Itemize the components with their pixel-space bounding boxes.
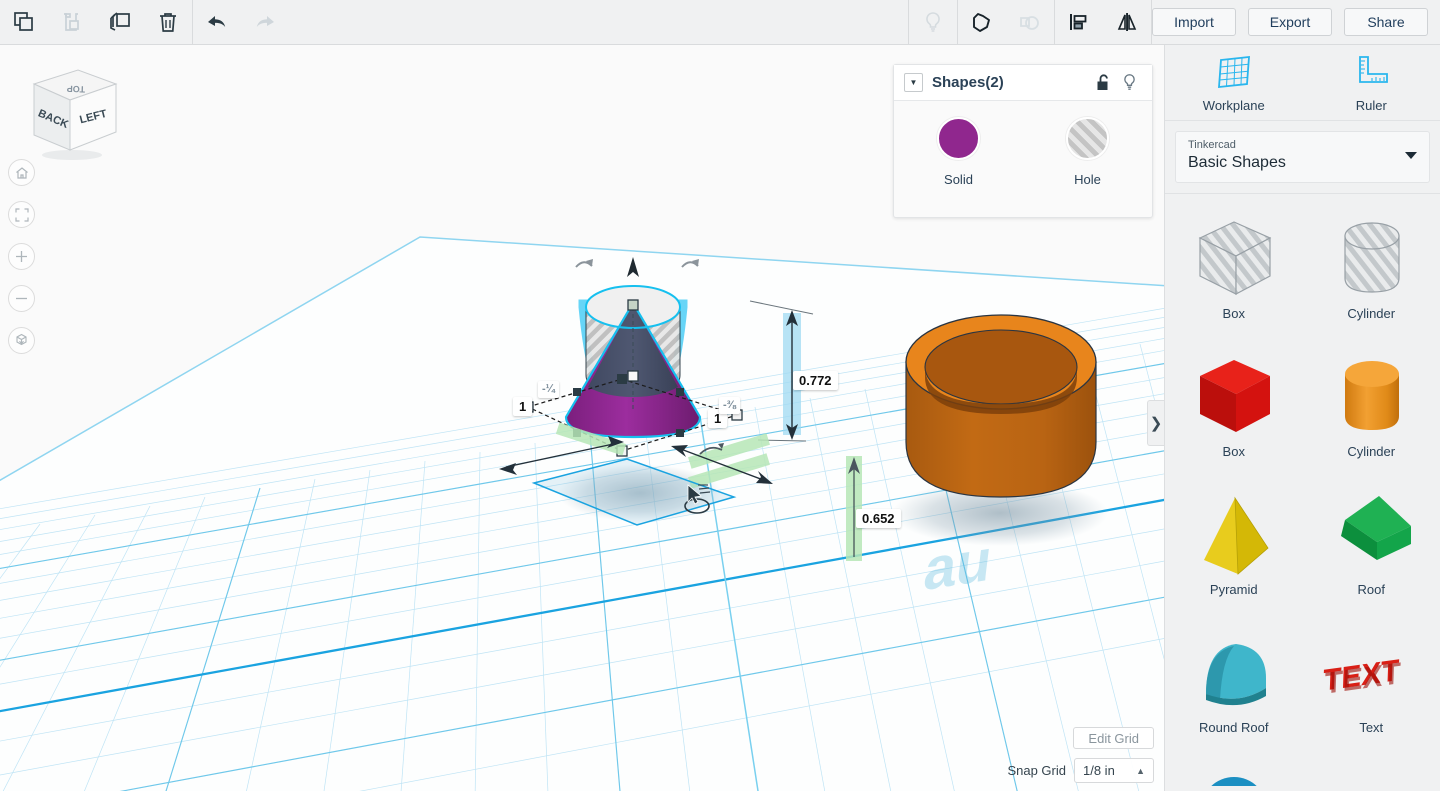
shapes-panel: ▼ Shapes(2) Solid Hole [893, 64, 1153, 218]
sphere-thumbnail [1179, 764, 1289, 786]
import-button[interactable]: Import [1152, 8, 1236, 36]
history-tool-group [193, 0, 289, 45]
tinkercad-app: Import Export Share au 0.772 0.652 1 1 -… [0, 0, 1440, 791]
unlock-icon[interactable] [1090, 70, 1116, 96]
solid-swatch[interactable] [937, 117, 980, 160]
solid-label: Solid [944, 172, 973, 187]
view-cube-face-top: TOP [67, 84, 86, 95]
shape-box-red[interactable]: Box [1165, 342, 1303, 480]
shape-box-red-label: Box [1222, 444, 1245, 459]
shape-library-grid: Box Cylinder Box Cylinder Pyramid Roof R… [1165, 194, 1440, 786]
duplicate-icon[interactable] [96, 0, 144, 45]
snap-grid-label: Snap Grid [1007, 763, 1066, 778]
align-tool-group [1055, 0, 1151, 45]
lightbulb-icon[interactable] [909, 0, 957, 45]
workplane-icon [1217, 55, 1250, 89]
chevron-up-icon: ▲ [1136, 765, 1145, 776]
view-navigation-controls [8, 159, 38, 369]
shape-cylinder-hole[interactable]: Cylinder [1303, 204, 1440, 342]
shape-box-hole-label: Box [1222, 306, 1245, 321]
edit-grid-button[interactable]: Edit Grid [1073, 727, 1154, 749]
shape-sphere-partial[interactable] [1165, 756, 1303, 786]
snap-grid-value: 1/8 in [1083, 763, 1115, 778]
right-sidebar: Workplane Ruler Tinkercad Basic Shapes B… [1164, 45, 1440, 791]
hole-swatch-cell[interactable]: Hole [1023, 117, 1152, 187]
shapes-panel-title: Shapes(2) [932, 74, 1004, 91]
shape-pyramid-label: Pyramid [1209, 582, 1258, 597]
shape-library-supertitle: Tinkercad [1188, 139, 1236, 151]
shape-cylinder-orange[interactable]: Cylinder [1303, 342, 1440, 480]
snap-grid-select[interactable]: 1/8 in ▲ [1074, 758, 1154, 783]
paste-icon[interactable] [48, 0, 96, 45]
lightbulb-icon[interactable] [1116, 70, 1142, 96]
zoom-out-button[interactable] [8, 285, 35, 312]
mirror-icon[interactable] [1103, 0, 1151, 45]
zoom-in-button[interactable] [8, 243, 35, 270]
hole-label: Hole [1074, 172, 1101, 187]
top-toolbar: Import Export Share [0, 0, 1440, 45]
height-dimension-label[interactable]: 0.772 [793, 371, 838, 390]
pyramid-thumbnail [1179, 488, 1289, 580]
redo-icon[interactable] [241, 0, 289, 45]
width-dimension-label[interactable]: 1 [513, 397, 533, 416]
shape-library-select[interactable]: Tinkercad Basic Shapes [1175, 131, 1430, 183]
shape-pyramid[interactable]: Pyramid [1165, 480, 1303, 618]
group-tool-group [958, 0, 1054, 45]
text-thumbnail: TEXT TEXT [1316, 626, 1426, 718]
chevron-down-icon[interactable]: ▼ [904, 73, 923, 92]
offset-y-dimension-label[interactable]: -⅜ [719, 397, 740, 414]
share-button[interactable]: Share [1344, 8, 1428, 36]
visibility-tool-group [909, 0, 957, 45]
shapes-panel-body: Solid Hole [894, 101, 1152, 187]
shape-box-hole[interactable]: Box [1165, 204, 1303, 342]
shape-text-label: Text [1359, 720, 1384, 735]
ruler-tool-label: Ruler [1355, 98, 1387, 113]
fit-view-button[interactable] [8, 201, 35, 228]
roof-thumbnail [1316, 488, 1426, 580]
ruler-tool[interactable]: Ruler [1303, 45, 1440, 120]
shape-round-roof[interactable]: Round Roof [1165, 618, 1303, 756]
align-icon[interactable] [1055, 0, 1103, 45]
solid-swatch-cell[interactable]: Solid [894, 117, 1023, 187]
hole-swatch[interactable] [1066, 117, 1109, 160]
chevron-down-icon [1405, 152, 1417, 159]
copy-icon[interactable] [0, 0, 48, 45]
home-view-button[interactable] [8, 159, 35, 186]
offset-x-dimension-label[interactable]: -¼ [538, 381, 559, 398]
shape-library-value: Basic Shapes [1188, 154, 1286, 171]
round-roof-thumbnail [1179, 626, 1289, 718]
cylinder-hole-thumbnail [1316, 212, 1426, 304]
undo-icon[interactable] [193, 0, 241, 45]
workplane-tool[interactable]: Workplane [1165, 45, 1303, 120]
edit-tool-group [0, 0, 192, 45]
group-icon[interactable] [958, 0, 1006, 45]
box-hole-thumbnail [1179, 212, 1289, 304]
ortho-perspective-button[interactable] [8, 327, 35, 354]
shape-cylinder-hole-label: Cylinder [1347, 306, 1396, 321]
sidebar-tools: Workplane Ruler [1165, 45, 1440, 121]
shapes-panel-header: ▼ Shapes(2) [894, 65, 1152, 101]
export-button[interactable]: Export [1248, 8, 1332, 36]
collapse-panel-handle[interactable]: ❯ [1147, 400, 1164, 446]
ungroup-icon[interactable] [1006, 0, 1054, 45]
shape-roof-label: Roof [1357, 582, 1385, 597]
workplane-tool-label: Workplane [1202, 98, 1265, 113]
box-red-thumbnail [1179, 350, 1289, 442]
shape-cylinder-orange-label: Cylinder [1347, 444, 1396, 459]
shape-next-partial[interactable] [1303, 756, 1440, 786]
ruler-icon [1359, 56, 1389, 83]
cylinder-orange-thumbnail [1316, 350, 1426, 442]
orange-tube-object [905, 314, 1097, 498]
view-cube[interactable]: BACK LEFT TOP [12, 60, 120, 160]
grid-controls: Edit Grid Snap Grid 1/8 in ▲ [894, 727, 1154, 783]
shape-roof[interactable]: Roof [1303, 480, 1440, 618]
snap-grid-row: Snap Grid 1/8 in ▲ [1007, 758, 1154, 783]
shape-text[interactable]: TEXT TEXT Text [1303, 618, 1440, 756]
shape-round-roof-label: Round Roof [1199, 720, 1269, 735]
delete-icon[interactable] [144, 0, 192, 45]
elevation-dimension-label[interactable]: 0.652 [856, 509, 901, 528]
